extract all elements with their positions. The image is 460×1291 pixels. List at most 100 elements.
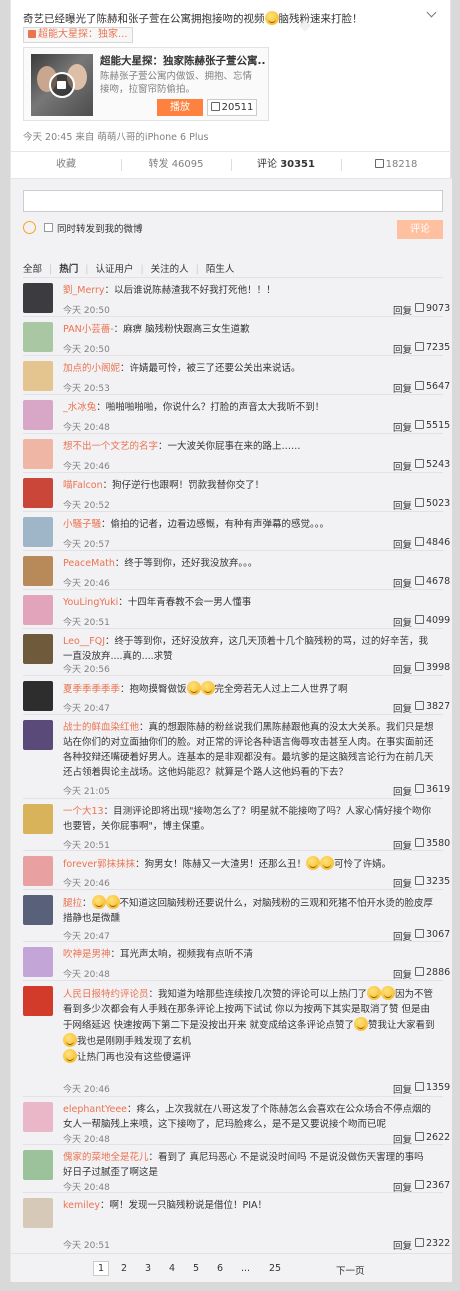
avatar[interactable] [23,478,53,508]
repost-button[interactable]: 转发 46095 [121,152,231,178]
comment-like-button[interactable]: 1359 [415,1082,453,1093]
reply-button[interactable]: 回复 [393,537,412,551]
comment-username[interactable]: PAN小芸薔- [63,324,114,335]
comment-like-button[interactable]: 5515 [415,420,453,431]
avatar[interactable] [23,400,53,430]
comment-like-button[interactable]: 4846 [415,537,453,548]
comment-like-button[interactable]: 5243 [415,459,453,470]
comment-like-button[interactable]: 3235 [415,876,453,887]
avatar[interactable] [23,986,53,1016]
play-button[interactable]: 播放 [157,99,203,116]
chevron-down-icon[interactable] [426,8,438,20]
filter-verified[interactable]: 认证用户 [95,264,133,275]
comment-username[interactable]: elephantYeee [63,1104,127,1115]
comment-username[interactable]: Leo__FQJ [63,636,105,647]
avatar[interactable] [23,634,53,664]
comment-username[interactable]: 傀家的菜地全是花儿 [63,1152,149,1163]
comment-like-button[interactable]: 2322 [415,1238,453,1249]
filter-following[interactable]: 关注的人 [151,264,189,275]
video-thumbnail[interactable] [31,54,93,116]
comment-like-button[interactable]: 3998 [415,662,453,673]
comment-username[interactable]: 人民日报特约评论员 [63,989,149,1000]
comment-like-button[interactable]: 2367 [415,1180,453,1191]
comment-like-button[interactable]: 5647 [415,381,453,392]
video-like-button[interactable]: 20511 [207,99,257,116]
comment-username[interactable]: kemiley [63,1200,100,1211]
reply-button[interactable]: 回复 [393,701,412,715]
also-repost-checkbox[interactable] [44,223,53,232]
reply-button[interactable]: 回复 [393,498,412,512]
comment-username[interactable]: PeaceMath [63,558,115,569]
avatar[interactable] [23,895,53,925]
reply-button[interactable]: 回复 [393,876,412,890]
video-link-chip[interactable]: 超能大星探：独家... [23,27,133,43]
comment-username[interactable]: 腿拉 [63,898,82,909]
avatar[interactable] [23,322,53,352]
avatar[interactable] [23,283,53,313]
comment-like-button[interactable]: 2622 [415,1132,453,1143]
page-2[interactable]: 2 [121,1263,127,1274]
comment-username[interactable]: 战士的鲜血染红他 [63,722,139,733]
video-title[interactable]: 超能大星探：独家陈赫张子萱公寓... [100,53,265,68]
comment-like-button[interactable]: 2886 [415,967,453,978]
reply-button[interactable]: 回复 [393,342,412,356]
reply-button[interactable]: 回复 [393,420,412,434]
filter-all[interactable]: 全部 [23,264,42,275]
page-3[interactable]: 3 [145,1263,151,1274]
filter-hot[interactable]: 热门 [59,264,78,275]
reply-button[interactable]: 回复 [393,459,412,473]
comment-like-button[interactable]: 3827 [415,701,453,712]
comment-username[interactable]: forever郭抹抹抹 [63,859,135,870]
comment-like-button[interactable]: 3580 [415,838,453,849]
comment-like-button[interactable]: 7235 [415,342,453,353]
reply-button[interactable]: 回复 [393,967,412,981]
comment-username[interactable]: 夏季季季季季 [63,684,120,695]
comment-username[interactable]: _水冰兔 [63,402,96,413]
avatar[interactable] [23,720,53,750]
avatar[interactable] [23,681,53,711]
avatar[interactable] [23,1198,53,1228]
comment-username[interactable]: YouLingYuki [63,597,118,608]
avatar[interactable] [23,1150,53,1180]
reply-button[interactable]: 回复 [393,576,412,590]
comment-tab[interactable]: 评论 30351 [231,152,341,178]
page-1[interactable]: 1 [93,1261,110,1276]
reply-button[interactable]: 回复 [393,662,412,676]
comment-input[interactable] [23,190,443,212]
filter-strangers[interactable]: 陌生人 [206,264,235,275]
comment-username[interactable]: 吹神是男神 [63,949,111,960]
comment-username[interactable]: 小騒子騒 [63,519,101,530]
reply-button[interactable]: 回复 [393,303,412,317]
avatar[interactable] [23,439,53,469]
comment-like-button[interactable]: 4099 [415,615,453,626]
submit-comment-button[interactable]: 评论 [397,220,443,239]
emoji-picker-icon[interactable] [23,221,36,234]
avatar[interactable] [23,947,53,977]
avatar[interactable] [23,804,53,834]
avatar[interactable] [23,556,53,586]
comment-username[interactable]: 加点的小阁妮 [63,363,120,374]
favorite-button[interactable]: 收藏 [11,152,121,178]
reply-button[interactable]: 回复 [393,1238,412,1252]
comment-like-button[interactable]: 9073 [415,303,453,314]
reply-button[interactable]: 回复 [393,1082,412,1096]
like-button[interactable]: 18218 [341,152,451,178]
avatar[interactable] [23,517,53,547]
comment-username[interactable]: 喵Falcon [63,480,103,491]
comment-like-button[interactable]: 3619 [415,784,453,795]
comment-like-button[interactable]: 4678 [415,576,453,587]
page-5[interactable]: 5 [193,1263,199,1274]
next-page-link[interactable]: 下一页 [336,1263,365,1277]
avatar[interactable] [23,361,53,391]
page-4[interactable]: 4 [169,1263,175,1274]
avatar[interactable] [23,856,53,886]
page-25[interactable]: 25 [269,1263,281,1274]
reply-button[interactable]: 回复 [393,784,412,798]
avatar[interactable] [23,595,53,625]
comment-username[interactable]: 劉_Merry [63,285,105,296]
comment-username[interactable]: 一个大13 [63,806,104,817]
comment-like-button[interactable]: 3067 [415,929,453,940]
comment-username[interactable]: 想不出一个文艺的名字 [63,441,158,452]
reply-button[interactable]: 回复 [393,381,412,395]
avatar[interactable] [23,1102,53,1132]
